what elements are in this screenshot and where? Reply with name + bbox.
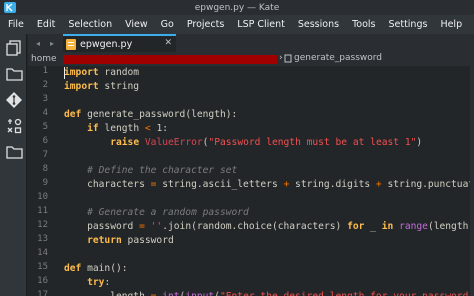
line-number: 6 xyxy=(42,136,48,146)
line-number: 17 xyxy=(37,290,48,296)
code-editor[interactable]: 1 2 3 4 5 6 7 8 9 10 11 12 13 14 15 16 1… xyxy=(28,66,474,296)
code-line[interactable]: def main(): xyxy=(64,262,128,276)
git-icon[interactable] xyxy=(4,90,24,110)
window-title: epwgen.py — Kate xyxy=(194,2,280,13)
breadcrumb-function[interactable]: generate_password xyxy=(294,53,382,63)
breadcrumb-home[interactable]: home xyxy=(31,54,57,64)
line-number: 10 xyxy=(37,192,48,202)
code-line[interactable]: # Define the character set xyxy=(64,164,237,178)
code-line[interactable]: import random xyxy=(64,66,139,80)
code-line[interactable]: import string xyxy=(64,80,139,94)
left-arrow-icon[interactable]: ◂ xyxy=(31,39,45,48)
code-line[interactable]: def generate_password(length): xyxy=(64,108,237,122)
line-number: 3 xyxy=(42,94,48,104)
line-number: 1 xyxy=(42,66,48,76)
line-number: 15 xyxy=(37,262,48,272)
code-line[interactable]: password = ''.join(random.choice(charact… xyxy=(64,220,474,234)
menu-lsp-client[interactable]: LSP Client xyxy=(237,19,285,30)
line-number: 12 xyxy=(37,220,48,230)
left-sidebar xyxy=(0,34,27,296)
tab-bar: ◂ ▸ epwgen.py ✕ xyxy=(28,34,474,52)
tab-label: epwgen.py xyxy=(80,38,133,50)
menu-view[interactable]: View xyxy=(125,19,148,30)
folder-icon[interactable] xyxy=(4,64,24,84)
menu-settings[interactable]: Settings xyxy=(388,19,427,30)
code-line[interactable]: # Generate a random password xyxy=(64,206,249,220)
line-number: 7 xyxy=(42,150,48,160)
line-number: 16 xyxy=(37,276,48,286)
code-line[interactable]: raise ValueError("Password length must b… xyxy=(64,136,422,150)
menu-sessions[interactable]: Sessions xyxy=(298,19,339,30)
tab-epwgen-py[interactable]: epwgen.py ✕ xyxy=(63,34,176,52)
kate-app-icon xyxy=(4,2,16,13)
folder-icon-2[interactable] xyxy=(4,142,24,162)
menu-help[interactable]: Help xyxy=(440,19,462,30)
close-tab-icon[interactable]: ✕ xyxy=(164,38,172,48)
menu-file[interactable]: File xyxy=(8,19,24,30)
line-number: 9 xyxy=(42,178,48,188)
python-file-icon xyxy=(66,38,76,50)
code-line[interactable]: length = int(input("Enter the desired le… xyxy=(64,290,474,296)
symbols-icon[interactable] xyxy=(4,116,24,136)
line-number: 14 xyxy=(37,248,48,258)
line-number: 4 xyxy=(42,108,48,118)
code-line[interactable]: characters = string.ascii_letters + stri… xyxy=(64,178,474,192)
title-bar: epwgen.py — Kate xyxy=(0,0,474,15)
chevron-right-icon: › xyxy=(279,53,283,63)
menu-bar: File Edit Selection View Go Projects LSP… xyxy=(0,15,474,34)
code-line[interactable]: if length < 1: xyxy=(64,122,168,136)
vertical-scrollbar[interactable] xyxy=(470,66,474,296)
redacted-path xyxy=(63,55,277,64)
line-number-gutter: 1 2 3 4 5 6 7 8 9 10 11 12 13 14 15 16 1… xyxy=(28,66,58,296)
code-line[interactable]: try: xyxy=(64,276,110,290)
line-number: 11 xyxy=(37,206,48,216)
menu-selection[interactable]: Selection xyxy=(68,19,112,30)
line-number: 8 xyxy=(42,164,48,174)
function-icon xyxy=(284,54,292,63)
menu-tools[interactable]: Tools xyxy=(352,19,375,30)
line-number: 2 xyxy=(42,80,48,90)
text-cursor xyxy=(64,67,65,79)
line-number: 5 xyxy=(42,122,48,132)
documents-icon[interactable] xyxy=(4,38,24,58)
menu-go[interactable]: Go xyxy=(161,19,174,30)
breadcrumb: home › generate_password xyxy=(28,52,474,66)
menu-projects[interactable]: Projects xyxy=(187,19,224,30)
right-arrow-icon[interactable]: ▸ xyxy=(45,39,59,48)
menu-edit[interactable]: Edit xyxy=(37,19,55,30)
line-number: 13 xyxy=(37,234,48,244)
code-line[interactable]: return password xyxy=(64,234,174,248)
